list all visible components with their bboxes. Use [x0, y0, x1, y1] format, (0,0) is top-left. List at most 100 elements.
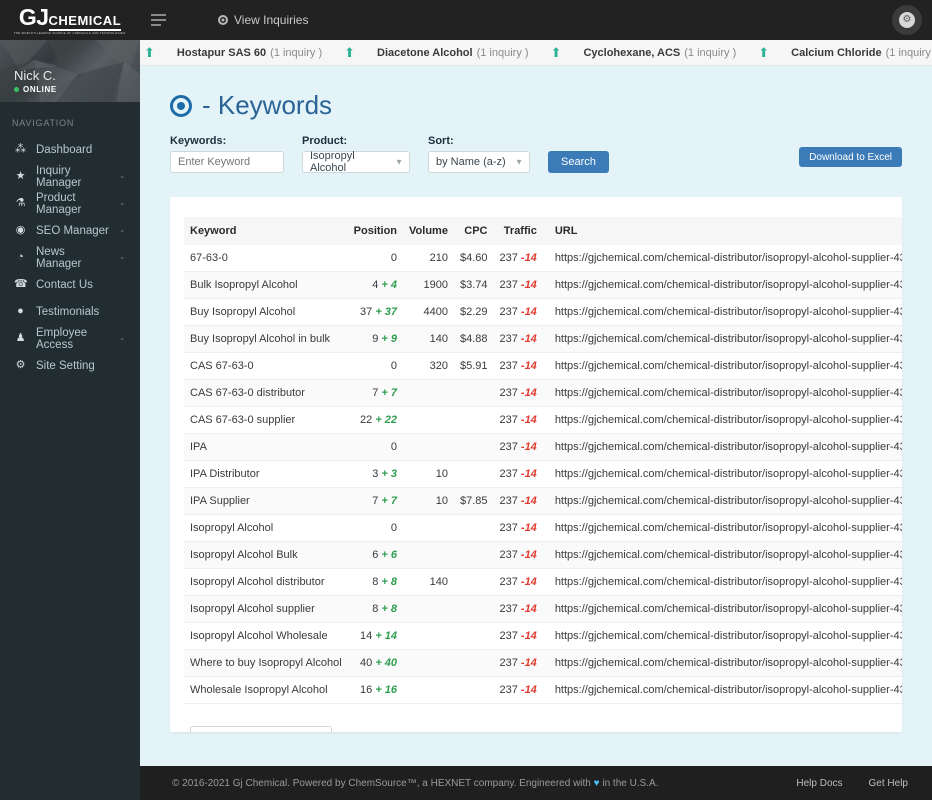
sidebar-item-testimonials[interactable]: ● Testimonials	[0, 298, 140, 325]
cell-volume	[403, 541, 454, 569]
traffic-delta: -14	[520, 603, 537, 615]
sort-select-value: by Name (a-z)	[436, 156, 506, 168]
table-row[interactable]: Where to buy Isopropyl Alcohol 40 + 40 237…	[184, 649, 902, 677]
sidebar-item-label: News Manager	[36, 245, 82, 270]
cell-url: https://gjchemical.com/chemical-distribu…	[542, 352, 902, 380]
copyright-text: © 2016-2021 Gj Chemical. Powered by Chem…	[172, 778, 796, 789]
table-row[interactable]: Isopropyl Alcohol 0 237 -14 https://gjchemi…	[184, 514, 902, 542]
target-icon: ◉	[15, 224, 26, 236]
table-row[interactable]: IPA Supplier 7 + 7 10 $7.85 237 -14 https://g…	[184, 487, 902, 515]
traffic-delta: -14	[520, 495, 537, 507]
cell-keyword: Buy Isopropyl Alcohol in bulk	[184, 325, 348, 353]
cell-position: 22 + 22	[347, 406, 404, 434]
display-records-label: Display 100 Records	[203, 731, 305, 732]
table-row[interactable]: Isopropyl Alcohol Wholesale 14 + 14 237 -1…	[184, 622, 902, 650]
column-header-cpc[interactable]: CPC	[453, 217, 494, 245]
table-row[interactable]: Buy Isopropyl Alcohol 37 + 37 4400 $2.29 237…	[184, 298, 902, 326]
table-row[interactable]: Buy Isopropyl Alcohol in bulk 9 + 9 140 $4.…	[184, 325, 902, 353]
table-row[interactable]: CAS 67-63-0 distributor 7 + 7 237 -14 https…	[184, 379, 902, 407]
table-row[interactable]: Isopropyl Alcohol Bulk 6 + 6 237 -14 https:…	[184, 541, 902, 569]
sidebar-item-product-manager[interactable]: ⚗ Product Manager -	[0, 190, 140, 217]
ticker-arrow-up-icon: ⬆	[144, 45, 155, 60]
sort-field-group: Sort: by Name (a-z) ▼	[428, 135, 530, 173]
cell-cpc	[453, 433, 494, 461]
cell-volume	[403, 406, 454, 434]
sidebar-item-label: Testimonials	[36, 305, 100, 318]
ticker-item[interactable]: Calcium Chloride(1 inquiry )	[791, 47, 932, 59]
brand-logo[interactable]: GJCHEMICAL THE WORLD'S LEADING SOURCE OF…	[0, 0, 140, 40]
product-select[interactable]: Isopropyl Alcohol ▼	[302, 150, 410, 174]
traffic-delta: -14	[520, 333, 537, 345]
product-select-value: Isopropyl Alcohol	[310, 150, 355, 174]
sidebar-item-employee-access[interactable]: ♟ Employee Access -	[0, 325, 140, 352]
cell-cpc	[453, 541, 494, 569]
cell-url: https://gjchemical.com/chemical-distribu…	[542, 622, 902, 650]
sidebar-item-news-manager[interactable]: ◔ News Manager -	[0, 244, 140, 271]
cell-cpc: $5.91	[453, 352, 494, 380]
table-row[interactable]: IPA Distributor 3 + 3 10 237 -14 https://gjc…	[184, 460, 902, 488]
hamburger-icon[interactable]	[148, 7, 174, 33]
footer: © 2016-2021 Gj Chemical. Powered by Chem…	[140, 766, 932, 800]
logo-text: GJCHEMICAL	[19, 5, 122, 31]
chevron-icon: -	[120, 170, 124, 183]
cell-cpc	[453, 595, 494, 623]
table-row[interactable]: CAS 67-63-0 supplier 22 + 22 237 -14 https:…	[184, 406, 902, 434]
sidebar-item-dashboard[interactable]: ⁂ Dashboard	[0, 136, 140, 163]
search-input[interactable]	[170, 151, 284, 173]
ticker-item[interactable]: Diacetone Alcohol (1 inquiry )	[377, 47, 529, 59]
cell-position: 4 + 4	[347, 271, 404, 299]
flask-icon: ⚗	[15, 197, 26, 209]
user-settings-button[interactable]: ⚙	[892, 5, 922, 35]
cell-position: 0	[347, 514, 404, 542]
download-to-excel-button[interactable]: Download to Excel	[799, 147, 902, 167]
view-inquiries-link[interactable]: View Inquiries	[218, 13, 308, 27]
column-header-keyword[interactable]: Keyword	[184, 217, 348, 245]
product-label: Product:	[302, 135, 348, 147]
chevron-icon: -	[120, 197, 124, 210]
cell-volume	[403, 622, 454, 650]
cell-cpc: $7.85	[453, 487, 494, 515]
cell-cpc	[453, 622, 494, 650]
cell-url: https://gjchemical.com/chemical-distribu…	[542, 649, 902, 677]
position-delta: + 8	[381, 603, 398, 615]
sidebar-item-site-setting[interactable]: ⚙ Site Setting	[0, 352, 140, 379]
sort-select[interactable]: by Name (a-z) ▼	[428, 151, 530, 173]
gear-icon: ⚙	[902, 14, 912, 25]
ticker-item[interactable]: Hostapur SAS 60 (1 inquiry )	[177, 47, 322, 59]
column-header-position[interactable]: Position	[347, 217, 404, 245]
search-button[interactable]: Search	[548, 151, 609, 173]
table-header: Keyword Position Volume CPC Traffic URL	[184, 217, 902, 245]
column-header-volume[interactable]: Volume	[403, 217, 454, 245]
display-records-button[interactable]: Display 100 Records ▼	[190, 726, 333, 732]
ticker-item-name: Hostapur SAS 60	[176, 46, 267, 59]
ticker-item-name: Cyclohexane, ACS	[583, 46, 681, 59]
table-row[interactable]: Wholesale Isopropyl Alcohol 16 + 16 237 -1…	[184, 676, 902, 704]
cell-cpc	[453, 676, 494, 704]
position-delta: + 6	[381, 549, 398, 561]
position-delta: + 7	[381, 495, 398, 507]
cell-url: https://gjchemical.com/chemical-distribu…	[542, 379, 902, 407]
cell-keyword: CAS 67-63-0 supplier	[184, 406, 348, 434]
sidebar-item-seo-manager[interactable]: ◉ SEO Manager -	[0, 217, 140, 244]
footer-link-help-docs[interactable]: Help Docs	[796, 778, 842, 789]
column-header-traffic[interactable]: Traffic	[493, 217, 543, 245]
table-row[interactable]: CAS 67-63-0 0 320 $5.91 237 -14 https://gjche…	[184, 352, 902, 380]
traffic-delta: -14	[520, 360, 537, 372]
position-delta: + 7	[381, 387, 398, 399]
table-row[interactable]: Isopropyl Alcohol distributor 8 + 8 140 237…	[184, 568, 902, 596]
column-header-url[interactable]: URL	[542, 217, 902, 245]
cell-traffic: 237 -14	[493, 271, 543, 299]
table-row[interactable]: IPA 0 237 -14 https://gjchemical.com/chemic…	[184, 433, 902, 461]
online-dot-icon	[14, 87, 19, 92]
table-row[interactable]: 67-63-0 0 210 $4.60 237 -14 https://gjchemica…	[184, 245, 902, 272]
sidebar-item-contact-us[interactable]: ☎ Contact Us	[0, 271, 140, 298]
sidebar-item-inquiry-manager[interactable]: ★ Inquiry Manager -	[0, 163, 140, 190]
cell-volume	[403, 595, 454, 623]
ticker-item[interactable]: Cyclohexane, ACS (1 inquiry )	[583, 47, 736, 59]
cell-keyword: Wholesale Isopropyl Alcohol	[184, 676, 348, 704]
cell-volume: 140	[403, 568, 454, 596]
table-row[interactable]: Bulk Isopropyl Alcohol 4 + 4 1900 $3.74 237 …	[184, 271, 902, 299]
cell-url: https://gjchemical.com/chemical-distribu…	[542, 325, 902, 353]
footer-link-get-help[interactable]: Get Help	[869, 778, 908, 789]
table-row[interactable]: Isopropyl Alcohol supplier 8 + 8 237 -14 ht…	[184, 595, 902, 623]
